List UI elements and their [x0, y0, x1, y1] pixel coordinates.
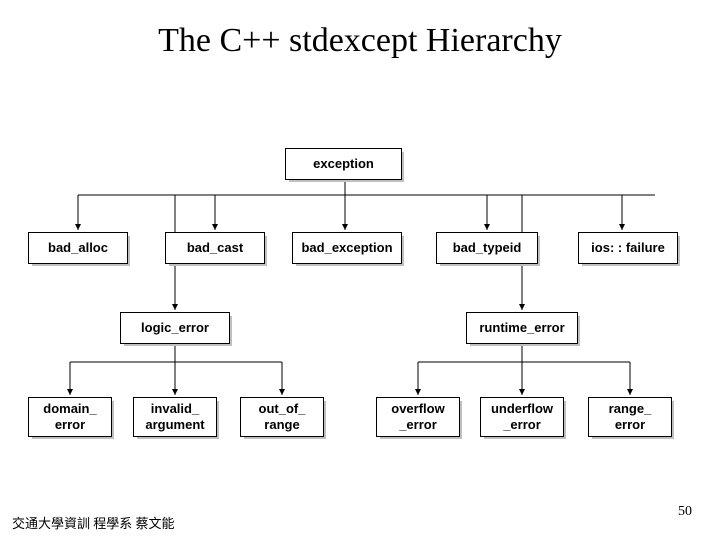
- node-range-error: range_ error: [588, 397, 672, 437]
- node-bad-typeid: bad_typeid: [436, 232, 538, 264]
- node-runtime-error: runtime_error: [466, 312, 578, 344]
- node-domain-error: domain_ error: [28, 397, 112, 437]
- node-out-of-range: out_of_ range: [240, 397, 324, 437]
- node-exception: exception: [285, 148, 402, 180]
- hierarchy-connectors: [0, 0, 720, 540]
- node-invalid-argument: invalid_ argument: [133, 397, 217, 437]
- node-overflow-error: overflow _error: [376, 397, 460, 437]
- node-bad-alloc: bad_alloc: [28, 232, 128, 264]
- node-ios-failure: ios: : failure: [578, 232, 678, 264]
- node-bad-cast: bad_cast: [165, 232, 265, 264]
- footer-text: 交通大學資訓 程學系 蔡文能: [12, 513, 175, 532]
- node-bad-exception: bad_exception: [292, 232, 402, 264]
- page-number: 50: [678, 504, 692, 520]
- node-underflow-error: underflow _error: [480, 397, 564, 437]
- node-logic-error: logic_error: [120, 312, 230, 344]
